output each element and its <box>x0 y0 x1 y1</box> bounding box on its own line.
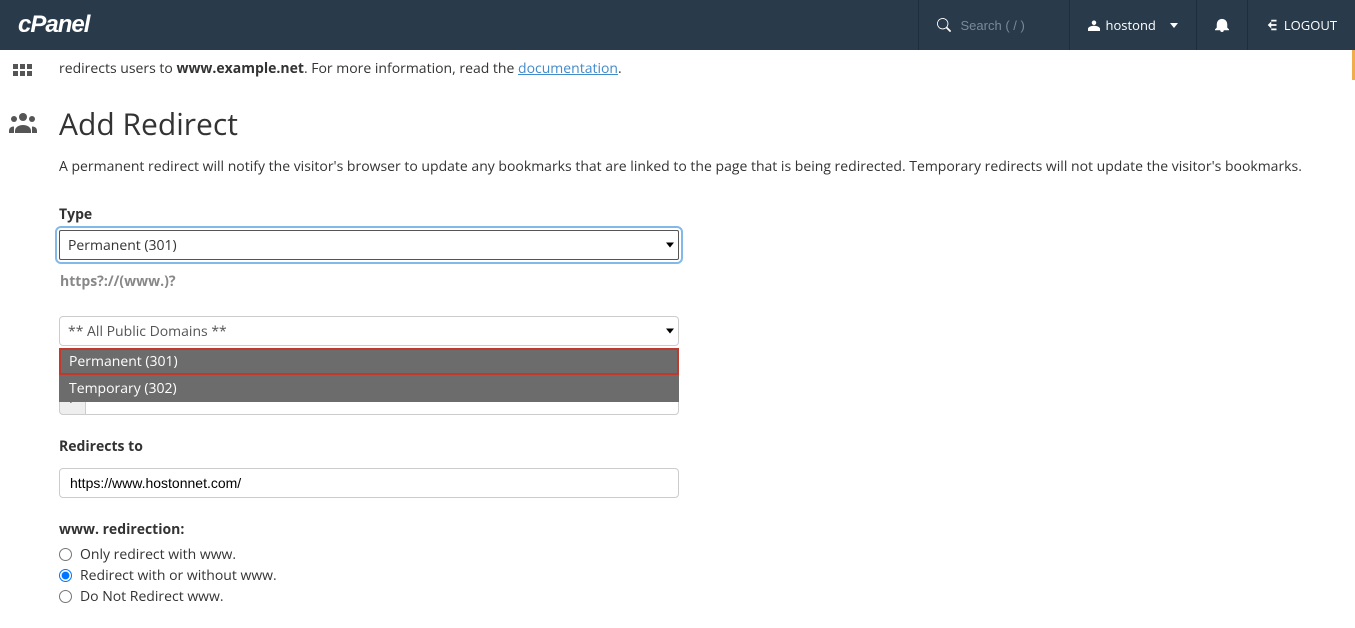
redirects-to-input[interactable] <box>59 468 679 498</box>
topbar-right: hostond LOGOUT <box>918 0 1355 50</box>
page-subtitle: A permanent redirect will notify the vis… <box>59 156 1324 177</box>
search-box[interactable] <box>918 0 1069 50</box>
chevron-down-icon <box>666 243 674 248</box>
main-layout: redirects users to www.example.net. For … <box>0 50 1355 628</box>
content: redirects users to www.example.net. For … <box>45 50 1340 628</box>
chevron-down-icon <box>1170 23 1178 28</box>
type-dropdown: Permanent (301) Temporary (302) <box>59 348 679 402</box>
type-label: Type <box>59 205 679 224</box>
type-option-temporary[interactable]: Temporary (302) <box>59 375 679 402</box>
bell-icon <box>1215 18 1229 32</box>
user-menu[interactable]: hostond <box>1069 0 1196 50</box>
type-option-permanent[interactable]: Permanent (301) <box>59 348 679 375</box>
documentation-link[interactable]: documentation <box>518 59 618 78</box>
domain-selected-value: ** All Public Domains ** <box>68 322 227 341</box>
domain-select[interactable]: ** All Public Domains ** <box>59 316 679 346</box>
www-radio-both[interactable]: Redirect with or without www. <box>59 566 679 585</box>
topbar: cPanel hostond LOGOUT <box>0 0 1355 50</box>
user-icon <box>1088 19 1100 31</box>
cpanel-logo[interactable]: cPanel <box>18 11 89 39</box>
intro-suffix: . For more information, read the <box>304 59 518 78</box>
search-input[interactable] <box>961 18 1051 33</box>
type-select[interactable]: Permanent (301) <box>59 230 679 260</box>
logout-label: LOGOUT <box>1284 16 1337 34</box>
www-radio-only[interactable]: Only redirect with www. <box>59 545 679 564</box>
sidebar-item-users[interactable] <box>9 111 37 138</box>
intro-period: . <box>618 59 622 78</box>
logout-button[interactable]: LOGOUT <box>1247 0 1355 50</box>
www-radio-both-input[interactable] <box>59 569 72 582</box>
logo-text: cPanel <box>18 11 89 38</box>
type-select-wrap: Permanent (301) https?://(www.)? Permane… <box>59 230 679 346</box>
topbar-left: cPanel <box>0 11 89 39</box>
www-radio-only-input[interactable] <box>59 548 72 561</box>
https-label: https?://(www.)? <box>60 272 176 291</box>
sidebar <box>0 50 45 628</box>
sidebar-item-home[interactable] <box>11 62 35 91</box>
notifications-button[interactable] <box>1196 0 1247 50</box>
search-icon <box>937 18 951 32</box>
users-icon <box>9 111 37 133</box>
intro-text: redirects users to www.example.net. For … <box>59 58 1324 79</box>
logout-icon <box>1266 18 1280 32</box>
intro-domain: www.example.net <box>176 59 303 78</box>
page-title: Add Redirect <box>59 103 1324 144</box>
redirects-to-label: Redirects to <box>59 437 679 456</box>
chevron-down-icon <box>666 329 674 334</box>
www-radio-both-label: Redirect with or without www. <box>80 566 277 585</box>
type-selected-value: Permanent (301) <box>68 236 177 255</box>
form-section: Type Permanent (301) https?://(www.)? Pe… <box>59 205 679 606</box>
www-redirect-label: www. redirection: <box>59 520 679 539</box>
intro-prefix: redirects users to <box>59 59 176 78</box>
grid-icon <box>11 62 35 86</box>
username: hostond <box>1106 16 1156 34</box>
www-radio-only-label: Only redirect with www. <box>80 545 236 564</box>
